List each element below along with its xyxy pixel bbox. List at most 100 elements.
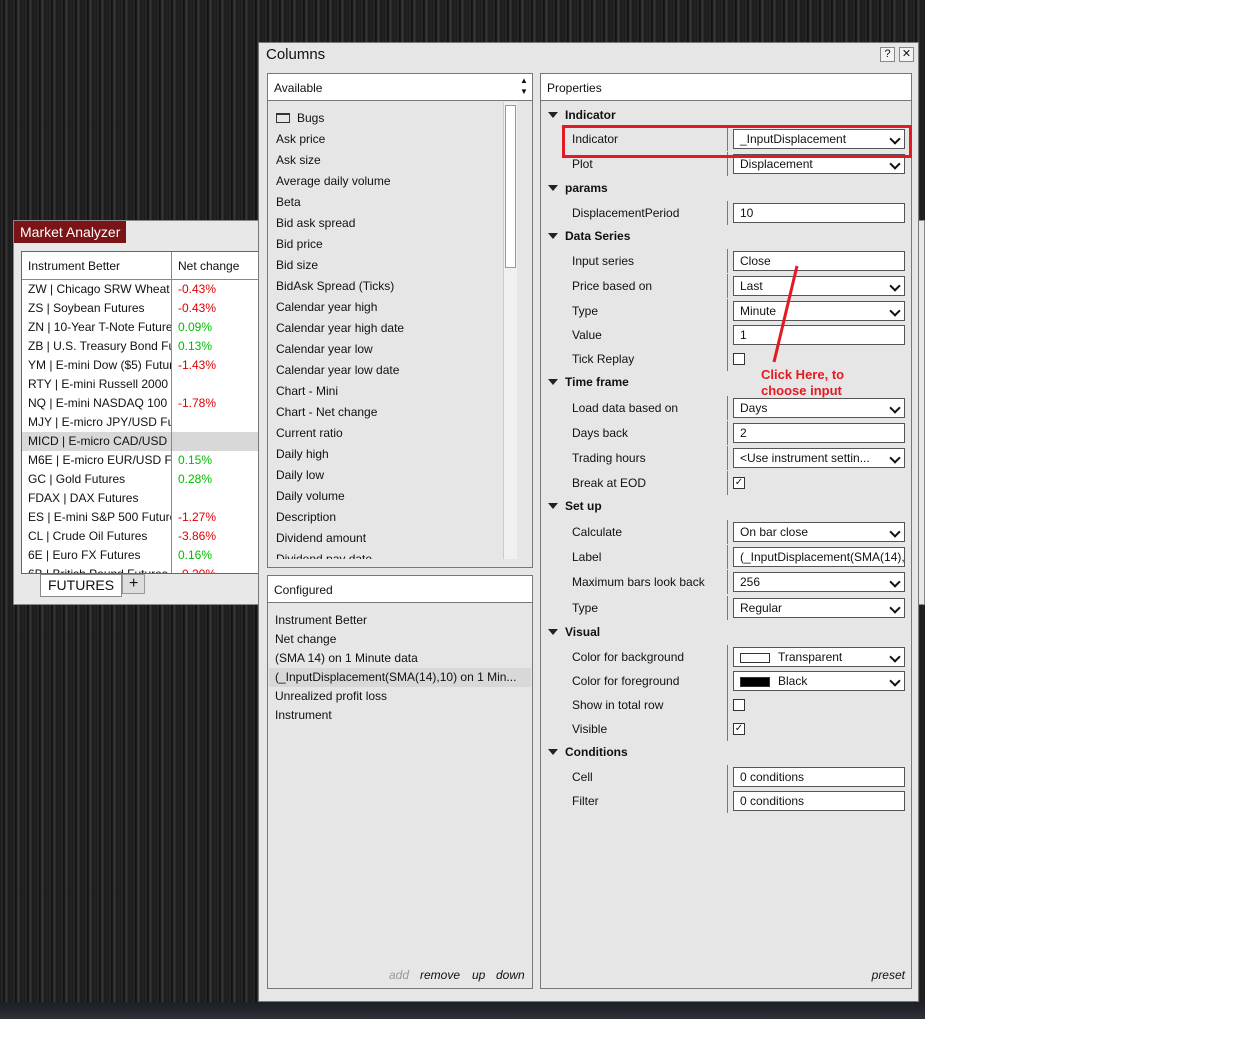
close-button[interactable]: ✕ xyxy=(899,47,914,62)
category-visual[interactable]: Visual xyxy=(542,622,910,642)
collapse-icon[interactable] xyxy=(548,629,558,635)
property-checkbox[interactable] xyxy=(733,699,745,711)
available-item[interactable]: Dividend pay date xyxy=(269,549,503,559)
property-input[interactable]: 0 conditions xyxy=(733,791,905,811)
available-item[interactable]: Bid ask spread xyxy=(269,213,503,234)
available-item[interactable]: Description xyxy=(269,507,503,528)
property-dropdown[interactable]: Minute xyxy=(733,301,905,321)
available-item[interactable]: Daily high xyxy=(269,444,503,465)
table-row[interactable]: ES | E-mini S&P 500 Futures -1.27% xyxy=(22,508,270,527)
collapse-icon[interactable] xyxy=(548,112,558,118)
property-dropdown[interactable]: Days xyxy=(733,398,905,418)
available-item[interactable]: Chart - Net change xyxy=(269,402,503,423)
available-scrollbar[interactable] xyxy=(503,102,517,559)
add-button[interactable]: add xyxy=(389,968,409,982)
property-input[interactable]: Close xyxy=(733,251,905,271)
available-item[interactable]: Chart - Mini xyxy=(269,381,503,402)
property-dropdown[interactable]: Transparent xyxy=(733,647,905,667)
available-item[interactable]: Bid price xyxy=(269,234,503,255)
table-row[interactable]: ZW | Chicago SRW Wheat -0.43% xyxy=(22,280,270,299)
available-folder-item[interactable]: Bugs xyxy=(269,108,503,129)
table-row[interactable]: 6B | British Pound Futures -0.20% xyxy=(22,565,270,573)
column-header-net-change[interactable]: Net change xyxy=(172,252,270,279)
table-row[interactable]: RTY | E-mini Russell 2000 xyxy=(22,375,270,394)
configured-item[interactable]: Instrument xyxy=(269,706,531,725)
property-input[interactable]: (_InputDisplacement(SMA(14),10) xyxy=(733,547,905,567)
collapse-icon[interactable] xyxy=(548,379,558,385)
available-spinner[interactable]: ▲ ▼ xyxy=(517,75,531,100)
available-item[interactable]: Average daily volume xyxy=(269,171,503,192)
category-indicator[interactable]: Indicator xyxy=(542,105,910,125)
instrument-cell: 6E | Euro FX Futures xyxy=(22,546,172,565)
property-dropdown[interactable]: 256 xyxy=(733,572,905,592)
property-input[interactable]: 1 xyxy=(733,325,905,345)
up-button[interactable]: up xyxy=(472,968,485,982)
property-dropdown[interactable]: <Use instrument settin... xyxy=(733,448,905,468)
help-button[interactable]: ? xyxy=(880,47,895,62)
table-row[interactable]: YM | E-mini Dow ($5) Futures -1.43% xyxy=(22,356,270,375)
available-item[interactable]: Current ratio xyxy=(269,423,503,444)
property-label: Visible xyxy=(572,722,608,736)
available-item[interactable]: Calendar year high date xyxy=(269,318,503,339)
table-row[interactable]: 6E | Euro FX Futures 0.16% xyxy=(22,546,270,565)
table-row[interactable]: MJY | E-micro JPY/USD Futures xyxy=(22,413,270,432)
category-label: Time frame xyxy=(565,375,629,389)
add-tab-button[interactable]: + xyxy=(122,574,146,594)
property-checkbox[interactable]: ✓ xyxy=(733,477,745,489)
property-dropdown[interactable]: Last xyxy=(733,276,905,296)
column-divider xyxy=(727,693,728,717)
category-set-up[interactable]: Set up xyxy=(542,496,910,516)
available-item[interactable]: Calendar year low xyxy=(269,339,503,360)
configured-item[interactable]: (SMA 14) on 1 Minute data xyxy=(269,649,531,668)
property-dropdown[interactable]: On bar close xyxy=(733,522,905,542)
collapse-icon[interactable] xyxy=(548,185,558,191)
available-item[interactable]: Daily volume xyxy=(269,486,503,507)
collapse-icon[interactable] xyxy=(548,503,558,509)
category-data-series[interactable]: Data Series xyxy=(542,226,910,246)
table-row[interactable]: MICD | E-micro CAD/USD xyxy=(22,432,270,451)
table-row[interactable]: CL | Crude Oil Futures -3.86% xyxy=(22,527,270,546)
available-item-label: Dividend amount xyxy=(276,531,367,545)
preset-button[interactable]: preset xyxy=(872,968,905,982)
property-dropdown[interactable]: Regular xyxy=(733,598,905,618)
tab-futures[interactable]: FUTURES xyxy=(40,574,123,597)
table-row[interactable]: ZS | Soybean Futures -0.43% xyxy=(22,299,270,318)
configured-item[interactable]: Unrealized profit loss xyxy=(269,687,531,706)
available-item[interactable]: Daily low xyxy=(269,465,503,486)
configured-item[interactable]: (_InputDisplacement(SMA(14),10) on 1 Min… xyxy=(269,668,531,687)
available-item[interactable]: Ask size xyxy=(269,150,503,171)
column-header-instrument[interactable]: Instrument Better xyxy=(22,252,172,279)
property-value: Close xyxy=(740,254,771,268)
collapse-icon[interactable] xyxy=(548,233,558,239)
category-conditions[interactable]: Conditions xyxy=(542,742,910,762)
property-input[interactable]: 2 xyxy=(733,423,905,443)
available-item[interactable]: Ask price xyxy=(269,129,503,150)
category-time-frame[interactable]: Time frame xyxy=(542,372,910,392)
available-item[interactable]: Dividend amount xyxy=(269,528,503,549)
down-button[interactable]: down xyxy=(496,968,525,982)
category-params[interactable]: params xyxy=(542,178,910,198)
property-dropdown[interactable]: Black xyxy=(733,671,905,691)
table-row[interactable]: ZB | U.S. Treasury Bond Futures 0.13% xyxy=(22,337,270,356)
remove-button[interactable]: remove xyxy=(420,968,460,982)
available-item[interactable]: Bid size xyxy=(269,255,503,276)
configured-item[interactable]: Net change xyxy=(269,630,531,649)
table-row[interactable]: FDAX | DAX Futures xyxy=(22,489,270,508)
scroll-thumb[interactable] xyxy=(505,105,516,268)
configured-item[interactable]: Instrument Better xyxy=(269,611,531,630)
collapse-icon[interactable] xyxy=(548,749,558,755)
table-row[interactable]: GC | Gold Futures 0.28% xyxy=(22,470,270,489)
property-checkbox[interactable]: ✓ xyxy=(733,723,745,735)
available-item[interactable]: Beta xyxy=(269,192,503,213)
property-value: Displacement xyxy=(740,157,813,171)
property-input[interactable]: 0 conditions xyxy=(733,767,905,787)
table-row[interactable]: NQ | E-mini NASDAQ 100 -1.78% xyxy=(22,394,270,413)
available-item[interactable]: BidAsk Spread (Ticks) xyxy=(269,276,503,297)
table-row[interactable]: ZN | 10-Year T-Note Futures 0.09% xyxy=(22,318,270,337)
net-change-cell: 0.09% xyxy=(178,320,213,334)
available-item[interactable]: Calendar year low date xyxy=(269,360,503,381)
property-checkbox[interactable] xyxy=(733,353,745,365)
available-item[interactable]: Calendar year high xyxy=(269,297,503,318)
table-row[interactable]: M6E | E-micro EUR/USD Futures 0.15% xyxy=(22,451,270,470)
property-input[interactable]: 10 xyxy=(733,203,905,223)
